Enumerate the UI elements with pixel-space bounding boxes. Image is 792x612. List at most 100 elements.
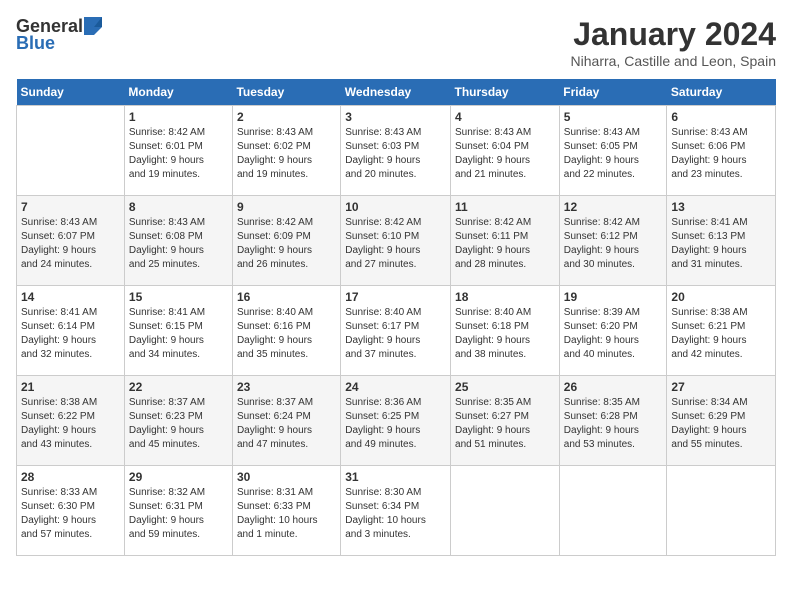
calendar-body: 1Sunrise: 8:42 AM Sunset: 6:01 PM Daylig… bbox=[17, 106, 776, 556]
title-area: January 2024 Niharra, Castille and Leon,… bbox=[571, 16, 776, 69]
day-number: 9 bbox=[237, 200, 336, 214]
day-info: Sunrise: 8:37 AM Sunset: 6:23 PM Dayligh… bbox=[129, 396, 228, 452]
calendar-cell: 16 Sunrise: 8:40 AM Sunset: 6:16 PM Dayli… bbox=[232, 286, 340, 376]
day-info: Sunrise: 8:38 AM Sunset: 6:21 PM Dayligh… bbox=[671, 306, 771, 362]
day-info: Sunrise: 8:43 AM Sunset: 6:03 PM Dayligh… bbox=[345, 126, 446, 182]
calendar-cell: 26 Sunrise: 8:35 AM Sunset: 6:28 PM Dayli… bbox=[559, 376, 667, 466]
calendar-cell: 22 Sunrise: 8:37 AM Sunset: 6:23 PM Dayli… bbox=[124, 376, 232, 466]
day-number: 6 bbox=[671, 110, 771, 124]
logo-blue-text: Blue bbox=[16, 33, 55, 54]
calendar-week-row: 1Sunrise: 8:42 AM Sunset: 6:01 PM Daylig… bbox=[17, 106, 776, 196]
day-info: Sunrise: 8:41 AM Sunset: 6:15 PM Dayligh… bbox=[129, 306, 228, 362]
calendar-title: January 2024 bbox=[571, 16, 776, 53]
calendar-cell: 13 Sunrise: 8:41 AM Sunset: 6:13 PM Dayli… bbox=[667, 196, 776, 286]
day-info: Sunrise: 8:36 AM Sunset: 6:25 PM Dayligh… bbox=[345, 396, 446, 452]
day-info: Sunrise: 8:42 AM Sunset: 6:12 PM Dayligh… bbox=[564, 216, 663, 272]
logo: General Blue bbox=[16, 16, 102, 54]
calendar-cell: 12 Sunrise: 8:42 AM Sunset: 6:12 PM Dayli… bbox=[559, 196, 667, 286]
calendar-table: SundayMondayTuesdayWednesdayThursdayFrid… bbox=[16, 79, 776, 556]
calendar-subtitle: Niharra, Castille and Leon, Spain bbox=[571, 53, 776, 69]
header-day-sunday: Sunday bbox=[17, 79, 125, 106]
calendar-cell: 15 Sunrise: 8:41 AM Sunset: 6:15 PM Dayli… bbox=[124, 286, 232, 376]
day-number: 2 bbox=[237, 110, 336, 124]
day-number: 28 bbox=[21, 470, 120, 484]
calendar-week-row: 28 Sunrise: 8:33 AM Sunset: 6:30 PM Dayli… bbox=[17, 466, 776, 556]
day-info: Sunrise: 8:41 AM Sunset: 6:14 PM Dayligh… bbox=[21, 306, 120, 362]
day-number: 12 bbox=[564, 200, 663, 214]
day-number: 4 bbox=[455, 110, 555, 124]
calendar-cell: 8 Sunrise: 8:43 AM Sunset: 6:08 PM Daylig… bbox=[124, 196, 232, 286]
calendar-cell: 31 Sunrise: 8:30 AM Sunset: 6:34 PM Dayli… bbox=[341, 466, 451, 556]
day-number: 25 bbox=[455, 380, 555, 394]
header: General Blue January 2024 Niharra, Casti… bbox=[16, 16, 776, 69]
calendar-cell bbox=[559, 466, 667, 556]
day-number: 30 bbox=[237, 470, 336, 484]
day-info: Sunrise: 8:33 AM Sunset: 6:30 PM Dayligh… bbox=[21, 486, 120, 542]
calendar-cell: 17Sunrise: 8:40 AM Sunset: 6:17 PM Dayli… bbox=[341, 286, 451, 376]
calendar-cell: 11 Sunrise: 8:42 AM Sunset: 6:11 PM Dayli… bbox=[451, 196, 560, 286]
calendar-cell: 29Sunrise: 8:32 AM Sunset: 6:31 PM Dayli… bbox=[124, 466, 232, 556]
logo-icon bbox=[84, 17, 102, 35]
day-number: 8 bbox=[129, 200, 228, 214]
day-info: Sunrise: 8:39 AM Sunset: 6:20 PM Dayligh… bbox=[564, 306, 663, 362]
day-info: Sunrise: 8:42 AM Sunset: 6:11 PM Dayligh… bbox=[455, 216, 555, 272]
calendar-header-row: SundayMondayTuesdayWednesdayThursdayFrid… bbox=[17, 79, 776, 106]
calendar-cell: 10Sunrise: 8:42 AM Sunset: 6:10 PM Dayli… bbox=[341, 196, 451, 286]
day-info: Sunrise: 8:35 AM Sunset: 6:28 PM Dayligh… bbox=[564, 396, 663, 452]
day-number: 18 bbox=[455, 290, 555, 304]
calendar-cell bbox=[17, 106, 125, 196]
day-info: Sunrise: 8:40 AM Sunset: 6:16 PM Dayligh… bbox=[237, 306, 336, 362]
calendar-cell: 27Sunrise: 8:34 AM Sunset: 6:29 PM Dayli… bbox=[667, 376, 776, 466]
calendar-cell: 2Sunrise: 8:43 AM Sunset: 6:02 PM Daylig… bbox=[232, 106, 340, 196]
calendar-cell: 3 Sunrise: 8:43 AM Sunset: 6:03 PM Daylig… bbox=[341, 106, 451, 196]
calendar-cell: 23 Sunrise: 8:37 AM Sunset: 6:24 PM Dayli… bbox=[232, 376, 340, 466]
calendar-cell: 1Sunrise: 8:42 AM Sunset: 6:01 PM Daylig… bbox=[124, 106, 232, 196]
day-info: Sunrise: 8:40 AM Sunset: 6:18 PM Dayligh… bbox=[455, 306, 555, 362]
day-number: 16 bbox=[237, 290, 336, 304]
day-info: Sunrise: 8:43 AM Sunset: 6:08 PM Dayligh… bbox=[129, 216, 228, 272]
day-number: 19 bbox=[564, 290, 663, 304]
day-info: Sunrise: 8:38 AM Sunset: 6:22 PM Dayligh… bbox=[21, 396, 120, 452]
day-info: Sunrise: 8:37 AM Sunset: 6:24 PM Dayligh… bbox=[237, 396, 336, 452]
header-day-monday: Monday bbox=[124, 79, 232, 106]
day-number: 31 bbox=[345, 470, 446, 484]
day-number: 11 bbox=[455, 200, 555, 214]
day-number: 15 bbox=[129, 290, 228, 304]
day-info: Sunrise: 8:35 AM Sunset: 6:27 PM Dayligh… bbox=[455, 396, 555, 452]
day-info: Sunrise: 8:30 AM Sunset: 6:34 PM Dayligh… bbox=[345, 486, 446, 542]
day-number: 23 bbox=[237, 380, 336, 394]
calendar-cell: 20 Sunrise: 8:38 AM Sunset: 6:21 PM Dayli… bbox=[667, 286, 776, 376]
day-number: 7 bbox=[21, 200, 120, 214]
day-info: Sunrise: 8:41 AM Sunset: 6:13 PM Dayligh… bbox=[671, 216, 771, 272]
day-info: Sunrise: 8:40 AM Sunset: 6:17 PM Dayligh… bbox=[345, 306, 446, 362]
day-number: 5 bbox=[564, 110, 663, 124]
header-day-wednesday: Wednesday bbox=[341, 79, 451, 106]
calendar-cell: 18 Sunrise: 8:40 AM Sunset: 6:18 PM Dayli… bbox=[451, 286, 560, 376]
day-number: 14 bbox=[21, 290, 120, 304]
calendar-cell: 24Sunrise: 8:36 AM Sunset: 6:25 PM Dayli… bbox=[341, 376, 451, 466]
calendar-cell: 5Sunrise: 8:43 AM Sunset: 6:05 PM Daylig… bbox=[559, 106, 667, 196]
calendar-cell: 25 Sunrise: 8:35 AM Sunset: 6:27 PM Dayli… bbox=[451, 376, 560, 466]
day-number: 1 bbox=[129, 110, 228, 124]
day-info: Sunrise: 8:31 AM Sunset: 6:33 PM Dayligh… bbox=[237, 486, 336, 542]
day-number: 22 bbox=[129, 380, 228, 394]
day-number: 29 bbox=[129, 470, 228, 484]
calendar-cell bbox=[667, 466, 776, 556]
day-number: 10 bbox=[345, 200, 446, 214]
day-info: Sunrise: 8:43 AM Sunset: 6:07 PM Dayligh… bbox=[21, 216, 120, 272]
header-day-tuesday: Tuesday bbox=[232, 79, 340, 106]
calendar-cell: 9Sunrise: 8:42 AM Sunset: 6:09 PM Daylig… bbox=[232, 196, 340, 286]
day-number: 26 bbox=[564, 380, 663, 394]
calendar-week-row: 21Sunrise: 8:38 AM Sunset: 6:22 PM Dayli… bbox=[17, 376, 776, 466]
calendar-cell: 19 Sunrise: 8:39 AM Sunset: 6:20 PM Dayli… bbox=[559, 286, 667, 376]
calendar-cell: 14 Sunrise: 8:41 AM Sunset: 6:14 PM Dayli… bbox=[17, 286, 125, 376]
day-number: 20 bbox=[671, 290, 771, 304]
calendar-cell: 28 Sunrise: 8:33 AM Sunset: 6:30 PM Dayli… bbox=[17, 466, 125, 556]
day-number: 13 bbox=[671, 200, 771, 214]
calendar-cell bbox=[451, 466, 560, 556]
day-number: 27 bbox=[671, 380, 771, 394]
day-info: Sunrise: 8:43 AM Sunset: 6:04 PM Dayligh… bbox=[455, 126, 555, 182]
header-day-saturday: Saturday bbox=[667, 79, 776, 106]
calendar-cell: 7 Sunrise: 8:43 AM Sunset: 6:07 PM Daylig… bbox=[17, 196, 125, 286]
day-number: 3 bbox=[345, 110, 446, 124]
